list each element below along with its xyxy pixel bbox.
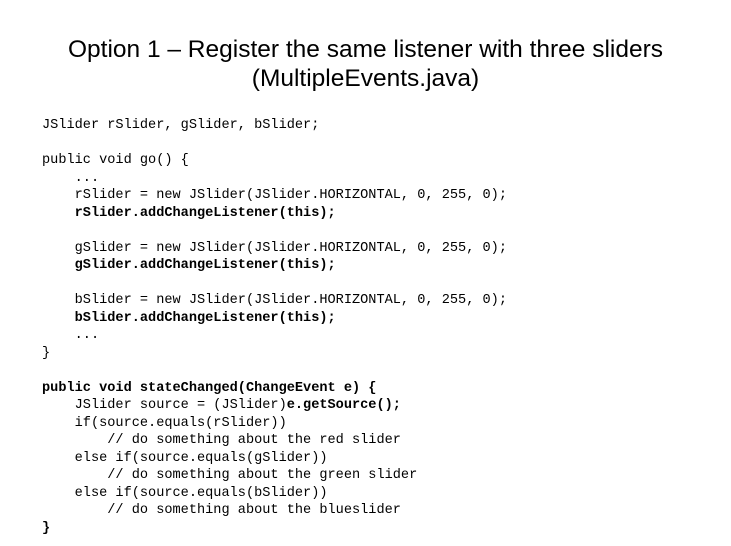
code-line-17-bold: e.getSource();: [286, 398, 401, 413]
code-line-18: if(source.equals(rSlider)): [42, 415, 287, 431]
slide-title: Option 1 – Register the same listener wi…: [20, 35, 711, 93]
code-line-1: JSlider rSlider, gSlider, bSlider;: [42, 118, 320, 133]
title-line-1: Option 1 – Register the same listener wi…: [67, 36, 664, 63]
code-line-23: // do something about the blueslider: [42, 503, 401, 518]
code-line-22: else if(source.equals(bSlider)): [42, 485, 328, 501]
code-line-21: // do something about the green slider: [42, 468, 418, 483]
code-line-24: }: [42, 520, 507, 538]
code-line-9-bold: gSlider.addChangeListener(this);: [42, 258, 336, 273]
code-line-16-bold: public void stateChanged(ChangeEvent e) …: [42, 380, 377, 396]
code-line-17-plain: JSlider source = (JSlider): [42, 398, 287, 413]
code-line-6: rSlider.addChangeListener(this);: [42, 205, 507, 223]
title-line-2: (MultipleEvents.java): [251, 65, 480, 92]
code-line-13: ...: [42, 328, 100, 343]
code-line-17: JSlider source = (JSlider)e.getSource();: [42, 397, 507, 415]
code-block: JSlider rSlider, gSlider, bSlider; publi…: [42, 117, 507, 537]
code-line-12-bold: bSlider.addChangeListener(this);: [42, 310, 336, 326]
slide: Option 1 – Register the same listener wi…: [0, 0, 731, 546]
code-line-5: rSlider = new JSlider(JSlider.HORIZONTAL…: [42, 188, 507, 203]
code-line-16: public void stateChanged(ChangeEvent e) …: [42, 380, 507, 398]
code-line-20: else if(source.equals(gSlider)): [42, 450, 328, 466]
code-line-4: ...: [42, 170, 100, 186]
code-line-14: }: [42, 345, 51, 361]
code-line-9: gSlider.addChangeListener(this);: [42, 257, 507, 275]
code-line-6-bold: rSlider.addChangeListener(this);: [42, 205, 336, 221]
code-line-11: bSlider = new JSlider(JSlider.HORIZONTAL…: [42, 293, 507, 308]
code-line-8: gSlider = new JSlider(JSlider.HORIZONTAL…: [42, 240, 507, 256]
code-line-19: // do something about the red slider: [42, 433, 401, 448]
code-line-3: public void go() {: [42, 153, 189, 168]
code-line-12: bSlider.addChangeListener(this);: [42, 310, 507, 328]
code-line-24-bold: }: [42, 520, 51, 536]
